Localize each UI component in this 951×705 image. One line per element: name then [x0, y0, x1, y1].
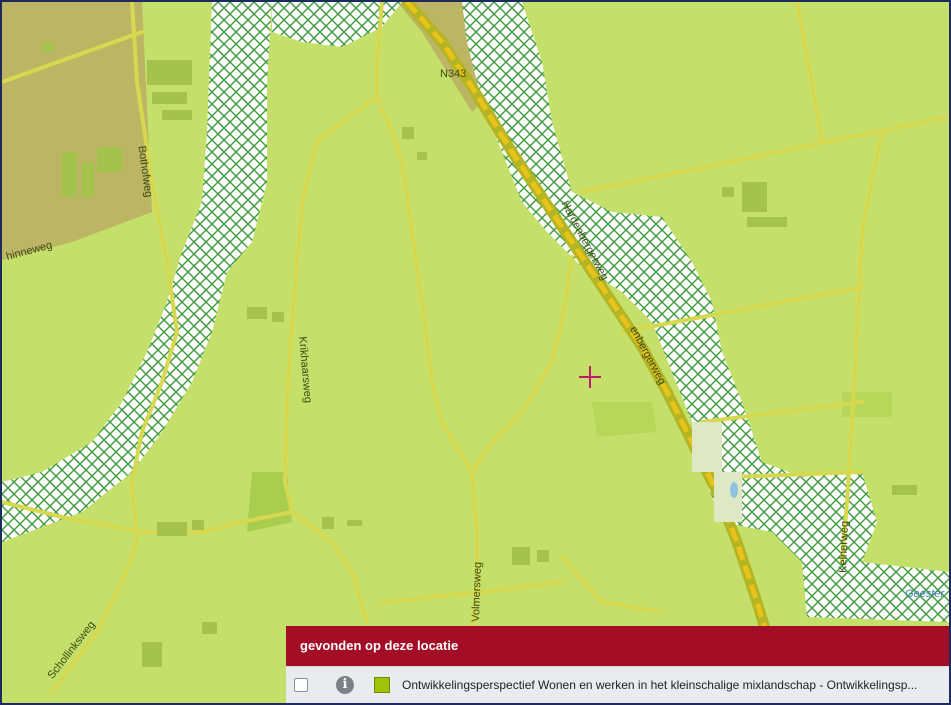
- results-panel-title: gevonden op deze locatie: [286, 626, 949, 666]
- results-panel: gevonden op deze locatie i Ontwikkelings…: [286, 626, 949, 703]
- water-pond: [730, 482, 738, 498]
- road-label-volmersweg: Volmersweg: [470, 562, 484, 622]
- map-canvas[interactable]: N343 Bothofweg hinneweg Hardenbergerweg …: [2, 2, 949, 703]
- result-label[interactable]: Ontwikkelingsperspectief Wonen en werken…: [402, 678, 917, 692]
- result-row[interactable]: i Ontwikkelingsperspectief Wonen en werk…: [286, 666, 949, 703]
- field-patch: [592, 402, 657, 437]
- result-checkbox[interactable]: [294, 678, 308, 692]
- road-label-kelnerweg: Kelnerweg: [837, 521, 851, 573]
- pale-area: [692, 422, 722, 472]
- place-label-geesteren: Geester: [905, 588, 945, 600]
- map-viewer[interactable]: N343 Bothofweg hinneweg Hardenbergerweg …: [0, 0, 951, 705]
- road-label-n343: N343: [440, 68, 466, 80]
- info-icon[interactable]: i: [336, 676, 354, 694]
- legend-swatch-icon: [374, 677, 390, 693]
- pale-area: [714, 472, 742, 522]
